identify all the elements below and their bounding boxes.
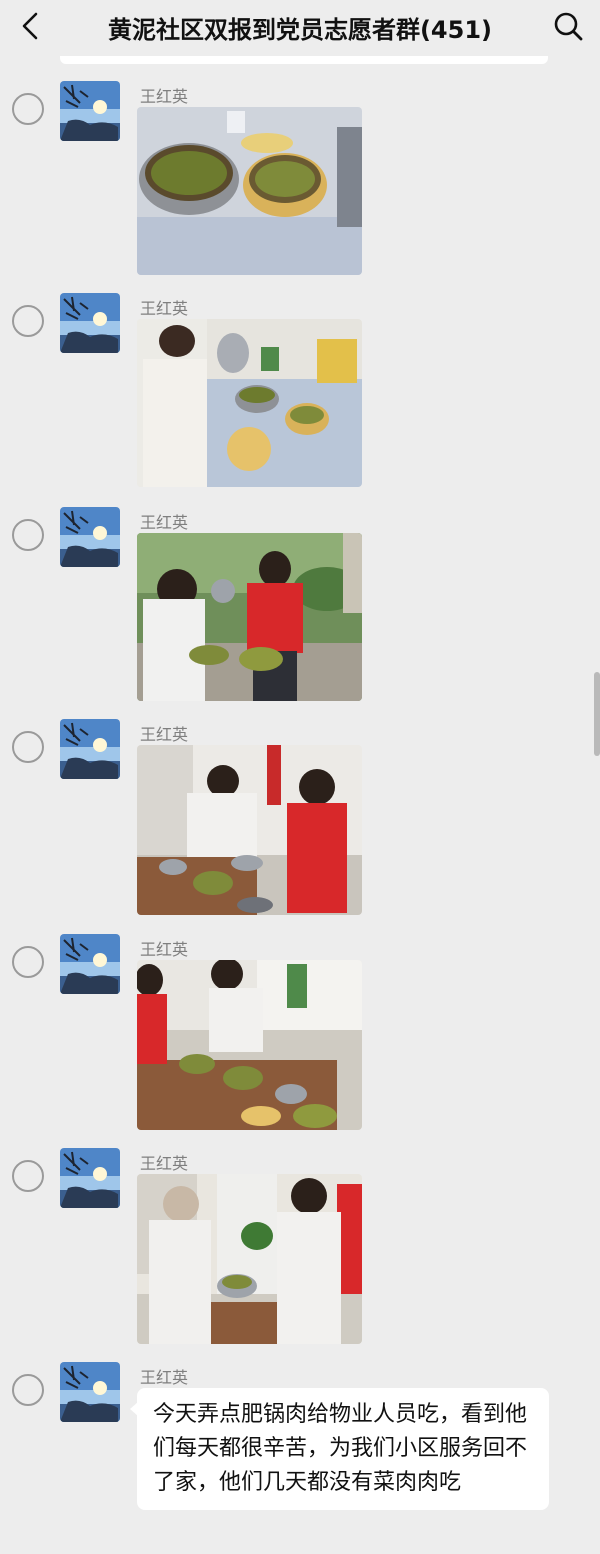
avatar[interactable] [60,1362,120,1422]
select-checkbox[interactable] [12,1160,44,1192]
select-checkbox[interactable] [12,1374,44,1406]
select-checkbox[interactable] [12,731,44,763]
scrollbar[interactable] [594,672,600,756]
select-checkbox[interactable] [12,305,44,337]
select-checkbox[interactable] [12,519,44,551]
select-checkbox[interactable] [12,93,44,125]
avatar[interactable] [60,81,120,141]
message-text: 今天弄点肥锅肉给物业人员吃，看到他们每天都很辛苦，为我们小区服务回不了家，他们几… [153,1402,528,1495]
message-text-bubble[interactable]: 今天弄点肥锅肉给物业人员吃，看到他们每天都很辛苦，为我们小区服务回不了家，他们几… [130,1388,549,1510]
sender-name: 王红英 [140,1368,189,1387]
avatar[interactable] [60,507,120,567]
avatar[interactable] [60,1148,120,1208]
message-image[interactable] [137,745,362,915]
search-button[interactable] [550,8,586,44]
message-image[interactable] [137,533,362,701]
select-checkbox[interactable] [12,946,44,978]
sender-name: 王红英 [140,1154,189,1173]
back-button[interactable] [14,8,50,44]
sender-name: 王红英 [140,87,189,106]
message-image[interactable] [137,960,362,1130]
message-image[interactable] [137,107,362,275]
sender-name: 王红英 [140,725,189,744]
sender-name: 王红英 [140,940,189,959]
chat-header: 黄泥社区双报到党员志愿者群(451) [0,0,600,52]
chat-title: 黄泥社区双报到党员志愿者群(451) [107,16,493,44]
avatar[interactable] [60,293,120,353]
sender-name: 王红英 [140,513,189,532]
search-icon [554,12,583,41]
sender-name: 王红英 [140,299,189,318]
avatar[interactable] [60,934,120,994]
message-image[interactable] [137,1174,362,1344]
avatar[interactable] [60,719,120,779]
previous-message-edge [60,56,548,64]
message-image[interactable] [137,319,362,487]
chevron-left-icon [22,12,38,40]
